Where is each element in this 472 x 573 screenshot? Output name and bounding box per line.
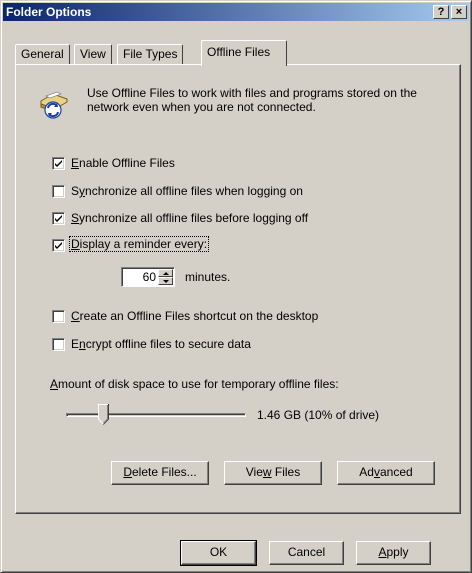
checkbox-box[interactable] (52, 212, 65, 225)
tab-file-types[interactable]: File Types (117, 44, 184, 64)
window-title: Folder Options (6, 5, 92, 19)
disk-space-slider[interactable] (66, 404, 246, 428)
tab-label: View (80, 47, 106, 61)
apply-button[interactable]: Apply (356, 541, 431, 565)
spinner-up-button[interactable] (158, 269, 173, 277)
help-button[interactable]: ? (433, 5, 449, 19)
close-button[interactable]: × (451, 5, 467, 19)
help-icon: ? (437, 6, 445, 18)
checkbox-box[interactable] (52, 157, 65, 170)
intro-text-line1: Use Offline Files to work with files and… (87, 86, 417, 100)
intro-text-line2: network even when you are not connected. (87, 100, 316, 114)
title-bar[interactable]: Folder Options ? × (3, 3, 469, 21)
disk-space-label: Amount of disk space to use for temporar… (50, 377, 339, 391)
advanced-button[interactable]: Advanced (337, 461, 435, 485)
tab-view[interactable]: View (74, 44, 112, 64)
disk-space-value: 1.46 GB (10% of drive) (257, 408, 380, 422)
offline-files-panel: Use Offline Files to work with files and… (15, 64, 461, 514)
cancel-button[interactable]: Cancel (269, 541, 344, 565)
checkmark-icon (55, 242, 62, 249)
close-icon: × (455, 6, 463, 18)
slider-thumb[interactable] (98, 404, 109, 425)
tab-general[interactable]: General (15, 44, 70, 64)
reminder-unit-label: minutes. (185, 270, 231, 284)
option-label: Display a reminder every: (68, 236, 210, 252)
reminder-minutes-spinner[interactable]: 60 (121, 267, 175, 287)
option-label: Enable Offline Files (71, 156, 175, 170)
option-label: Create an Offline Files shortcut on the … (71, 309, 319, 323)
arrow-down-icon (163, 280, 169, 283)
spinner-down-button[interactable] (158, 277, 173, 285)
tab-label: General (21, 47, 64, 61)
tab-offline-files[interactable]: Offline Files (201, 40, 287, 66)
arrow-up-icon (163, 272, 169, 275)
view-files-button[interactable]: View Files (224, 461, 322, 485)
checkbox-box[interactable] (52, 239, 65, 252)
option-label: Encrypt offline files to secure data (71, 337, 251, 351)
delete-files-button[interactable]: Delete Files... (111, 461, 209, 485)
folder-options-window: Folder Options ? × General View File Typ… (0, 0, 472, 573)
checkbox-box[interactable] (52, 338, 65, 351)
slider-track (66, 413, 246, 417)
checkbox-box[interactable] (52, 185, 65, 198)
reminder-value[interactable]: 60 (143, 270, 156, 284)
option-label: Synchronize all offline files when loggi… (71, 184, 303, 198)
checkmark-icon (55, 215, 62, 222)
checkmark-icon (55, 160, 62, 167)
offline-files-sync-icon (37, 88, 69, 120)
tab-label: Offline Files (207, 45, 271, 59)
tab-label: File Types (123, 47, 178, 61)
ok-button[interactable]: OK (180, 540, 257, 566)
option-label: Synchronize all offline files before log… (71, 211, 309, 225)
checkbox-box[interactable] (52, 310, 65, 323)
